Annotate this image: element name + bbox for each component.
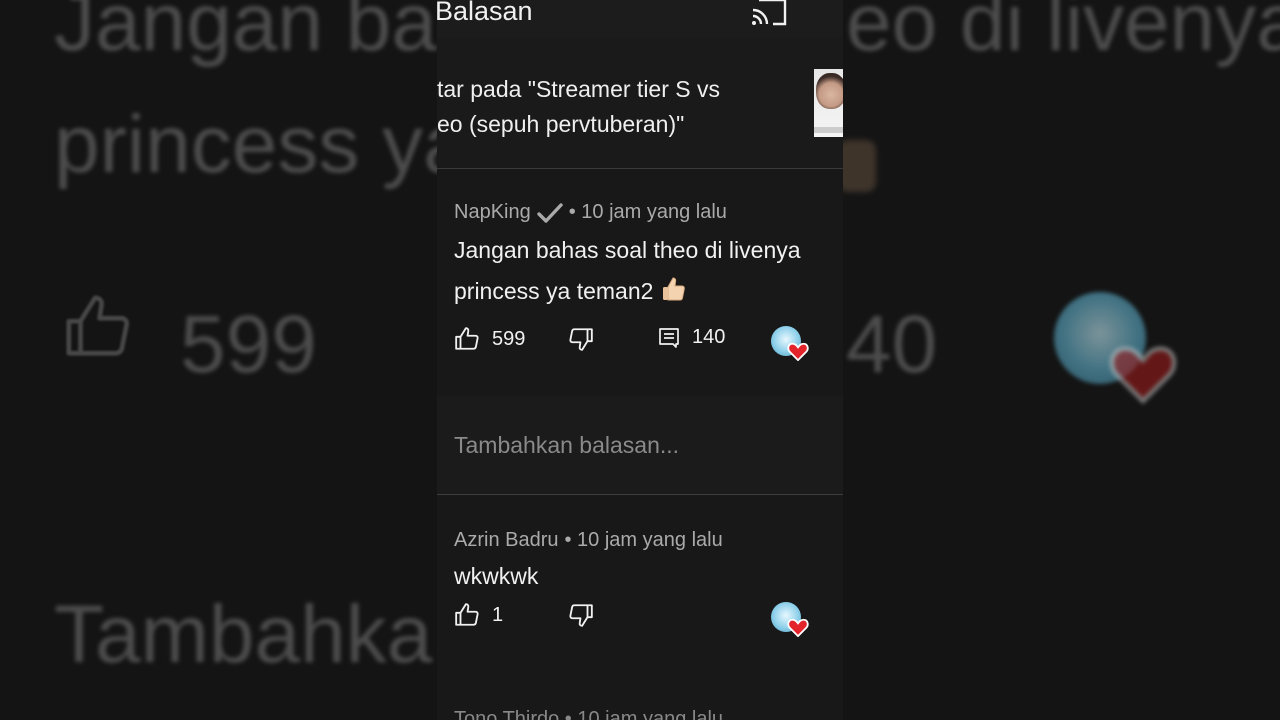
background-text-line1: Jangan ba — [54, 0, 438, 68]
next-comment-peek: Tono Thirdo • 10 jam yang lalu — [454, 708, 724, 720]
comment-text-content: Jangan bahas soal theo di livenya prince… — [454, 237, 801, 304]
background-text-line1-right: eo di livenya — [846, 0, 1280, 68]
reply-comment: Azrin Badru • 10 jam yang lalu wkwkwk 1 — [454, 529, 843, 642]
like-icon — [455, 327, 479, 350]
heart-icon — [787, 342, 809, 361]
video-context-text: tar pada "Streamer tier S vs eo (sepuh p… — [437, 76, 720, 137]
top-bar: Balasan — [437, 0, 843, 38]
background-placeholder-text: Tambahka — [54, 589, 433, 680]
reply-input[interactable] — [454, 432, 824, 459]
reply-input-area — [437, 396, 843, 495]
comment-meta: Azrin Badru • 10 jam yang lalu — [454, 529, 843, 552]
background-heart-icon — [1109, 346, 1177, 404]
like-button[interactable]: 599 — [454, 326, 525, 352]
dislike-icon — [569, 328, 593, 351]
comment-time: • 10 jam yang lalu — [568, 201, 727, 223]
creator-heart-badge — [771, 602, 811, 640]
like-count: 599 — [492, 327, 526, 350]
cast-icon[interactable] — [749, 0, 789, 28]
comment-author[interactable]: NapKing — [454, 201, 531, 224]
heart-icon — [787, 618, 809, 637]
verified-check-icon — [537, 202, 563, 223]
thumbs-up-emoji-icon — [662, 277, 685, 301]
reply-icon — [659, 327, 679, 348]
reply-count: 140 — [692, 326, 726, 348]
comment-actions: 1 — [454, 602, 843, 642]
comment-actions: 599 140 — [454, 326, 843, 366]
background-like-count: 599 — [180, 299, 317, 390]
replies-panel: Balasan tar pada "Streamer tier S vs eo … — [437, 0, 843, 720]
dislike-button[interactable] — [568, 602, 594, 628]
video-thumbnail[interactable] — [814, 69, 843, 137]
comment-meta: NapKing • 10 jam yang lalu — [454, 201, 843, 224]
like-button[interactable]: 1 — [454, 602, 503, 628]
comment-text: wkwkwk — [454, 563, 539, 589]
comment-author[interactable]: Azrin Badru — [454, 529, 559, 552]
video-context-link[interactable]: tar pada "Streamer tier S vs eo (sepuh p… — [437, 38, 843, 169]
parent-comment: NapKing • 10 jam yang lalu Jangan bahas … — [454, 201, 843, 366]
like-icon — [455, 603, 479, 626]
comment-text: Jangan bahas soal theo di livenya prince… — [454, 230, 843, 312]
page-title: Balasan — [437, 0, 533, 26]
background-text-line2: princess ya — [54, 99, 469, 190]
dislike-button[interactable] — [568, 326, 594, 352]
like-count: 1 — [492, 603, 504, 626]
background-thumbs-emoji — [838, 140, 876, 192]
comment-time: • 10 jam yang lalu — [564, 529, 723, 551]
dislike-icon — [569, 604, 593, 627]
background-reply-count: 40 — [846, 299, 938, 390]
creator-heart-badge — [771, 326, 811, 364]
replies-button[interactable]: 140 — [658, 326, 725, 349]
background-like-icon — [66, 295, 129, 356]
